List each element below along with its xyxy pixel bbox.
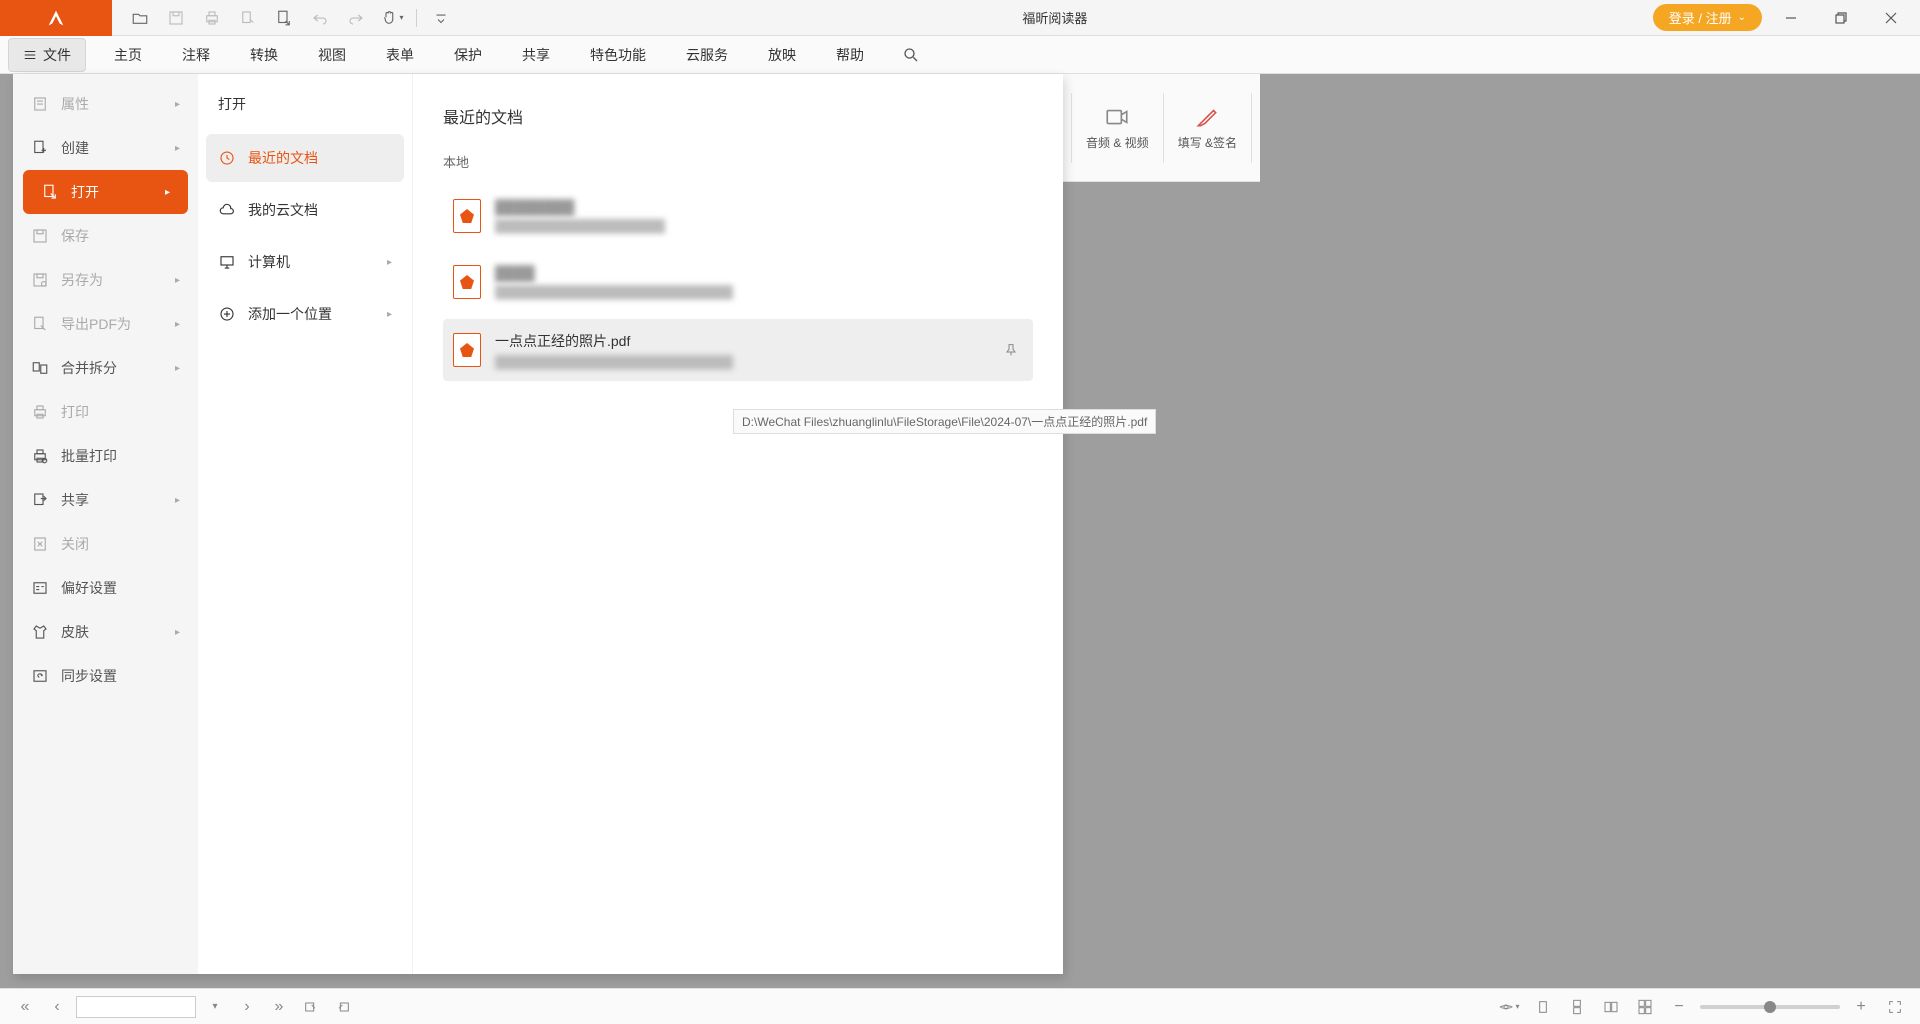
continuous-facing-icon[interactable] <box>1632 994 1658 1020</box>
file-menu-item[interactable]: 合并拆分▸ <box>13 346 198 390</box>
quick-access-toolbar: ▾ <box>112 4 457 32</box>
file-menu-item: 导出PDF为▸ <box>13 302 198 346</box>
open-source-item[interactable]: 添加一个位置▸ <box>206 290 404 338</box>
recent-title: 最近的文档 <box>443 104 1033 128</box>
file-menu-item[interactable]: 创建▸ <box>13 126 198 170</box>
ribbon-tab[interactable]: 主页 <box>94 36 162 74</box>
next-page-button[interactable]: › <box>234 994 260 1020</box>
file-menu-item[interactable]: 批量打印 <box>13 434 198 478</box>
send-icon[interactable] <box>232 4 264 32</box>
open-source-item[interactable]: 我的云文档 <box>206 186 404 234</box>
undo-icon[interactable] <box>304 4 336 32</box>
file-menu-item: 打印 <box>13 390 198 434</box>
zoom-in-button[interactable]: + <box>1848 994 1874 1020</box>
ribbon-tab[interactable]: 保护 <box>434 36 502 74</box>
file-menu-item[interactable]: 同步设置 <box>13 654 198 698</box>
file-tab[interactable]: 文件 <box>8 38 86 72</box>
login-button[interactable]: 登录 / 注册⌄ <box>1653 4 1762 31</box>
view-mode-icon[interactable]: ▾ <box>1496 994 1522 1020</box>
page-input[interactable] <box>76 996 196 1018</box>
zoom-out-button[interactable]: − <box>1666 994 1692 1020</box>
ribbon-tab[interactable]: 云服务 <box>666 36 748 74</box>
redo-icon[interactable] <box>340 4 372 32</box>
pdf-file-icon <box>453 265 481 299</box>
file-menu-item: 属性▸ <box>13 82 198 126</box>
fullscreen-button[interactable] <box>1882 994 1908 1020</box>
window-title: 福昕阅读器 <box>457 8 1653 27</box>
recent-documents-panel: 最近的文档 本地 ███████████████████████████████… <box>413 74 1063 974</box>
statusbar: « ‹ ▾ › » ▾ − + <box>0 988 1920 1024</box>
ribbon-tab[interactable]: 视图 <box>298 36 366 74</box>
pin-icon[interactable] <box>999 338 1023 362</box>
chevron-down-icon: ⌄ <box>1738 12 1746 23</box>
file-menu: 属性▸创建▸打开▸保存另存为▸导出PDF为▸合并拆分▸打印批量打印共享▸关闭偏好… <box>13 74 1063 974</box>
path-tooltip: D:\WeChat Files\zhuanglinlu\FileStorage\… <box>733 409 1156 434</box>
ribbon-tab[interactable]: 注释 <box>162 36 230 74</box>
first-page-button[interactable]: « <box>12 994 38 1020</box>
print-icon[interactable] <box>196 4 228 32</box>
qat-more-icon[interactable] <box>425 4 457 32</box>
document-area: 音频 & 视频 填写 &签名 属性▸创建▸打开▸保存另存为▸导出PDF为▸合并拆… <box>0 74 1920 994</box>
audio-video-button[interactable]: 音频 & 视频 <box>1076 100 1159 156</box>
minimize-button[interactable] <box>1770 4 1812 32</box>
file-menu-item: 保存 <box>13 214 198 258</box>
open-source-item[interactable]: 最近的文档 <box>206 134 404 182</box>
fill-sign-button[interactable]: 填写 &签名 <box>1168 100 1247 156</box>
file-menu-item: 另存为▸ <box>13 258 198 302</box>
ribbon-groups: 音频 & 视频 填写 &签名 <box>1063 74 1260 182</box>
page-dropdown-icon[interactable]: ▾ <box>202 994 228 1020</box>
recent-document-item[interactable]: 一点点正经的照片.pdf████████████████████████████ <box>443 319 1033 381</box>
recent-document-item[interactable]: ████████████████████████████ <box>443 187 1033 245</box>
last-page-button[interactable]: » <box>266 994 292 1020</box>
ribbon-tabs: 主页注释转换视图表单保护共享特色功能云服务放映帮助 <box>94 36 884 74</box>
open-icon[interactable] <box>124 4 156 32</box>
nav-back-icon[interactable] <box>298 994 324 1020</box>
recent-document-item[interactable]: ████████████████████████████████ <box>443 253 1033 311</box>
ribbon-tab[interactable]: 转换 <box>230 36 298 74</box>
ribbon-tab[interactable]: 帮助 <box>816 36 884 74</box>
facing-page-icon[interactable] <box>1598 994 1624 1020</box>
ribbon: 文件 主页注释转换视图表单保护共享特色功能云服务放映帮助 <box>0 36 1920 74</box>
file-menu-item: 关闭 <box>13 522 198 566</box>
maximize-button[interactable] <box>1820 4 1862 32</box>
prev-page-button[interactable]: ‹ <box>44 994 70 1020</box>
ribbon-tab[interactable]: 特色功能 <box>570 36 666 74</box>
file-menu-item[interactable]: 偏好设置 <box>13 566 198 610</box>
titlebar: ▾ 福昕阅读器 登录 / 注册⌄ <box>0 0 1920 36</box>
single-page-icon[interactable] <box>1530 994 1556 1020</box>
pdf-file-icon <box>453 333 481 367</box>
new-doc-icon[interactable] <box>268 4 300 32</box>
ribbon-tab[interactable]: 放映 <box>748 36 816 74</box>
open-submenu: 打开 最近的文档我的云文档计算机▸添加一个位置▸ <box>198 74 413 974</box>
recent-section-local: 本地 <box>443 152 1033 171</box>
zoom-slider[interactable] <box>1700 1005 1840 1009</box>
ribbon-tab[interactable]: 共享 <box>502 36 570 74</box>
file-menu-item[interactable]: 打开▸ <box>23 170 188 214</box>
open-source-item[interactable]: 计算机▸ <box>206 238 404 286</box>
pdf-file-icon <box>453 199 481 233</box>
ribbon-tab[interactable]: 表单 <box>366 36 434 74</box>
file-menu-item[interactable]: 共享▸ <box>13 478 198 522</box>
app-logo[interactable] <box>0 0 112 36</box>
file-menu-item[interactable]: 皮肤▸ <box>13 610 198 654</box>
close-button[interactable] <box>1870 4 1912 32</box>
file-menu-sidebar: 属性▸创建▸打开▸保存另存为▸导出PDF为▸合并拆分▸打印批量打印共享▸关闭偏好… <box>13 74 198 974</box>
search-icon[interactable] <box>896 40 926 70</box>
hand-icon[interactable]: ▾ <box>376 4 408 32</box>
open-submenu-title: 打开 <box>206 94 404 134</box>
nav-forward-icon[interactable] <box>330 994 356 1020</box>
continuous-page-icon[interactable] <box>1564 994 1590 1020</box>
save-icon[interactable] <box>160 4 192 32</box>
